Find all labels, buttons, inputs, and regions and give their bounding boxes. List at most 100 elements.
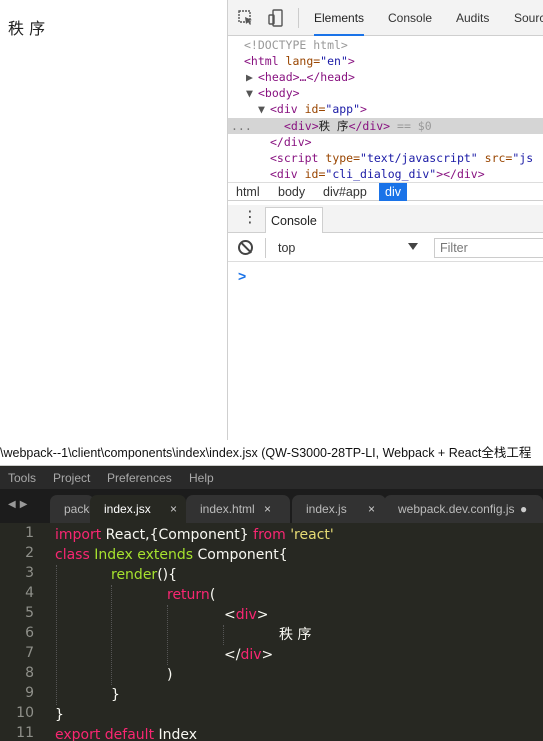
punctuation: > <box>256 607 269 623</box>
expand-triangle-icon[interactable]: ▶ <box>246 69 258 85</box>
more-options-icon[interactable]: ... <box>231 118 252 134</box>
menu-help[interactable]: Help <box>189 467 214 489</box>
script-tag: <script <box>270 151 319 165</box>
editor-tab-bar: ◀▶ packa index.jsx × index.html × index.… <box>0 489 543 523</box>
doctype-text: <!DOCTYPE html> <box>244 38 348 52</box>
dom-node-body[interactable]: ▼ <body> <box>228 85 543 101</box>
keyword: from <box>253 527 286 543</box>
dom-node-div-close[interactable]: </div> <box>228 134 543 150</box>
dropdown-arrow-icon[interactable] <box>408 243 418 250</box>
punctuation: ( <box>209 587 216 603</box>
code-line-7: </div> <box>224 645 273 665</box>
context-selector[interactable]: top <box>265 238 425 258</box>
tab-audits[interactable]: Audits <box>456 0 489 36</box>
filter-input[interactable]: Filter <box>434 238 543 258</box>
code-editor: \webpack--1\client\components\index\inde… <box>0 440 543 741</box>
inner-div-close-tag: </div> <box>348 119 391 133</box>
jsx-text: 秩 序 <box>279 627 312 643</box>
breadcrumb-div[interactable]: div <box>379 183 407 201</box>
code-area[interactable]: import React,{Component} from 'react' cl… <box>0 523 543 741</box>
keyword: class <box>55 547 90 563</box>
collapse-triangle-icon[interactable]: ▼ <box>258 101 270 117</box>
menu-bar: Tools Project Preferences Help <box>0 467 543 489</box>
punctuation: (){ <box>157 567 178 583</box>
tab-nav-arrows-icon[interactable]: ◀▶ <box>8 499 31 510</box>
editor-tab-index-jsx[interactable]: index.jsx × <box>90 495 186 523</box>
cli-close-tag: ></div> <box>436 167 485 181</box>
editor-tab-webpack-config[interactable]: webpack.dev.config.js ● <box>384 495 543 523</box>
menu-tools[interactable]: Tools <box>8 467 36 489</box>
close-tab-icon[interactable]: × <box>170 495 177 523</box>
tab-label: index.js <box>306 502 347 516</box>
string: 'react' <box>285 527 334 543</box>
code-line-2: class Index extends Component{ <box>55 545 288 565</box>
clear-console-icon[interactable] <box>238 240 253 255</box>
editor-tab-index-js[interactable]: index.js × <box>292 495 386 523</box>
close-tab-icon[interactable]: × <box>264 495 271 523</box>
tab-sources[interactable]: Sources <box>514 0 543 36</box>
tab-console[interactable]: Console <box>388 0 432 36</box>
dom-node-script[interactable]: <script type="text/javascript" src="js <box>228 150 543 166</box>
punctuation: } <box>111 687 120 703</box>
tab-elements[interactable]: Elements <box>314 0 365 36</box>
close-tab-icon[interactable]: × <box>368 495 375 523</box>
devtools-toolbar: Elements Console Audits Sources <box>228 0 543 36</box>
dom-node-doctype[interactable]: <!DOCTYPE html> <box>228 37 543 53</box>
div-id-value: "app" <box>325 102 361 116</box>
dom-node-selected-div[interactable]: ... <div>秩 序</div> == $0 <box>228 118 543 134</box>
drawer-tabs: ⋮ Console <box>228 205 543 233</box>
punctuation: </ <box>224 647 241 663</box>
editor-tab-package[interactable]: packa <box>50 495 94 523</box>
script-type-value: "text/javascript" <box>360 151 478 165</box>
punctuation: ) <box>167 667 173 683</box>
div-tag: <div <box>270 102 298 116</box>
class-name: Index <box>89 547 133 563</box>
menu-preferences[interactable]: Preferences <box>107 467 172 489</box>
code-line-11: export default Index <box>55 725 197 741</box>
screen: 秩 序 Elements Console Audits Sources <!DO… <box>0 0 543 741</box>
script-type-attr: type= <box>318 151 361 165</box>
html-tag: <html <box>244 54 279 68</box>
code-line-3: render(){ <box>111 565 177 585</box>
console-toolbar: top Filter <box>228 234 543 262</box>
cli-id-value: "cli_dialog_div" <box>325 167 437 181</box>
collapse-triangle-icon[interactable]: ▼ <box>246 85 258 101</box>
breadcrumb-html[interactable]: html <box>236 183 260 201</box>
browser-page: 秩 序 <box>0 0 228 440</box>
breadcrumb-div-app[interactable]: div#app <box>323 183 367 201</box>
keyword: export default <box>55 727 155 741</box>
jsx-tag: div <box>235 607 257 623</box>
identifier: Index <box>154 727 198 741</box>
drawer-tab-console[interactable]: Console <box>265 207 323 233</box>
breadcrumb-body[interactable]: body <box>278 183 305 201</box>
dom-node-html[interactable]: <html lang="en"> <box>228 53 543 69</box>
drawer-menu-icon[interactable]: ⋮ <box>242 209 258 227</box>
punctuation: > <box>261 647 274 663</box>
inner-div-open-tag: <div> <box>284 119 319 133</box>
tab-label: webpack.dev.config.js <box>398 502 515 516</box>
inspect-element-icon[interactable] <box>236 8 256 28</box>
code-line-6: 秩 序 <box>279 625 311 645</box>
dom-node-head[interactable]: ▶ <head>…</head> <box>228 69 543 85</box>
keyword: import <box>55 527 102 543</box>
head-tag: <head>…</head> <box>258 70 355 84</box>
menu-project[interactable]: Project <box>53 467 90 489</box>
unsaved-dot-icon[interactable]: ● <box>520 495 527 523</box>
console-prompt-icon[interactable]: > <box>238 268 246 284</box>
keyword: return <box>167 587 210 603</box>
dom-node-div-app[interactable]: ▼ <div id="app"> <box>228 101 543 117</box>
page-text: 秩 序 <box>8 19 46 38</box>
code-line-5: <div> <box>224 605 269 625</box>
tab-label: index.html <box>200 502 255 516</box>
punctuation: } <box>55 707 64 723</box>
keyword: extends <box>132 547 194 563</box>
editor-tab-index-html[interactable]: index.html × <box>186 495 290 523</box>
body-tag: <body> <box>258 86 300 100</box>
cli-div-tag: <div <box>270 167 298 181</box>
window-title: \webpack--1\client\components\index\inde… <box>0 440 543 466</box>
dom-node-cli-dialog[interactable]: <div id="cli_dialog_div"></div> <box>228 166 543 182</box>
div-close-tag: </div> <box>270 135 312 149</box>
devtools-panel: Elements Console Audits Sources <!DOCTYP… <box>228 0 543 440</box>
device-toolbar-icon[interactable] <box>266 8 286 28</box>
inner-div-text: 秩 序 <box>318 119 349 133</box>
